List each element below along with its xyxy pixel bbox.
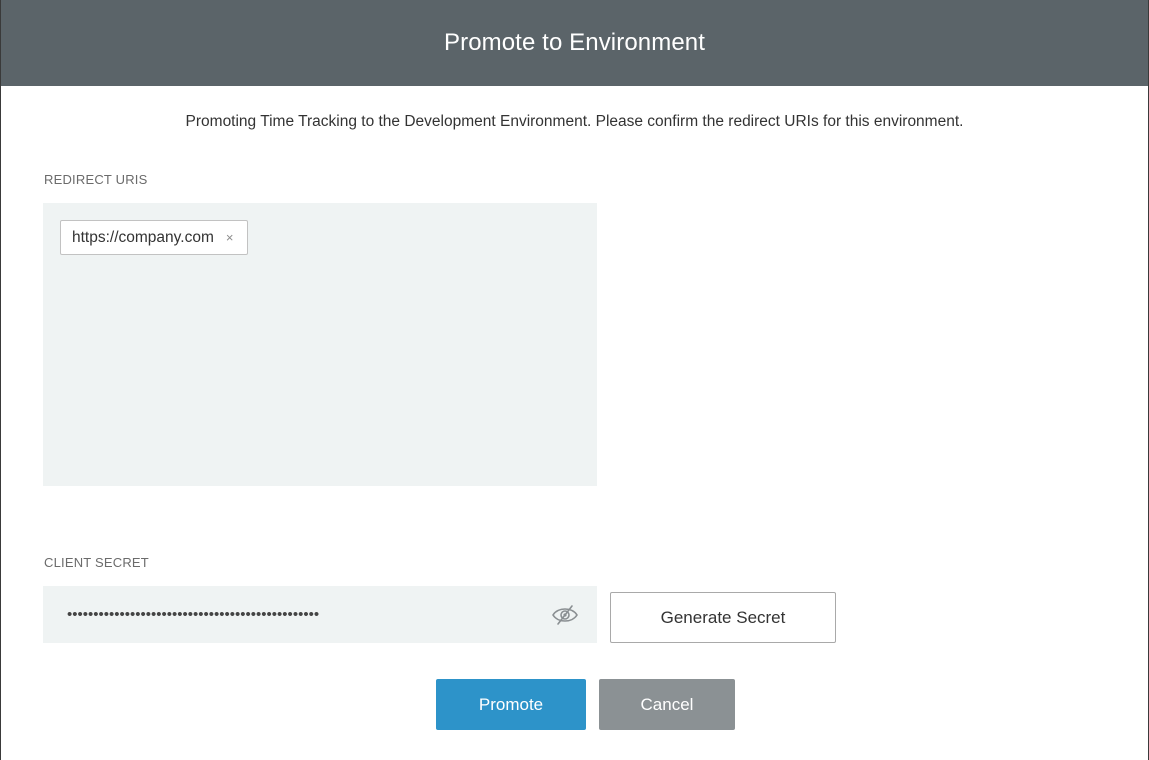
redirect-uris-label: REDIRECT URIS — [44, 172, 148, 187]
chip-remove-icon[interactable]: × — [226, 231, 234, 244]
generate-secret-button[interactable]: Generate Secret — [610, 592, 836, 643]
promote-dialog: Promote to Environment Promoting Time Tr… — [0, 0, 1149, 760]
client-secret-field[interactable]: ••••••••••••••••••••••••••••••••••••••••… — [43, 586, 597, 643]
redirect-uris-input[interactable]: https://company.com × — [43, 203, 597, 486]
promote-button[interactable]: Promote — [436, 679, 586, 730]
client-secret-label: CLIENT SECRET — [44, 555, 149, 570]
client-secret-value[interactable]: ••••••••••••••••••••••••••••••••••••••••… — [67, 606, 549, 623]
uri-chip: https://company.com × — [60, 220, 249, 255]
dialog-title: Promote to Environment — [444, 29, 705, 56]
dialog-header: Promote to Environment — [1, 0, 1148, 86]
eye-slash-icon[interactable] — [549, 602, 581, 628]
dialog-description: Promoting Time Tracking to the Developme… — [185, 113, 964, 130]
uri-chip-label: https://company.com — [72, 228, 214, 246]
cancel-button[interactable]: Cancel — [599, 679, 735, 730]
